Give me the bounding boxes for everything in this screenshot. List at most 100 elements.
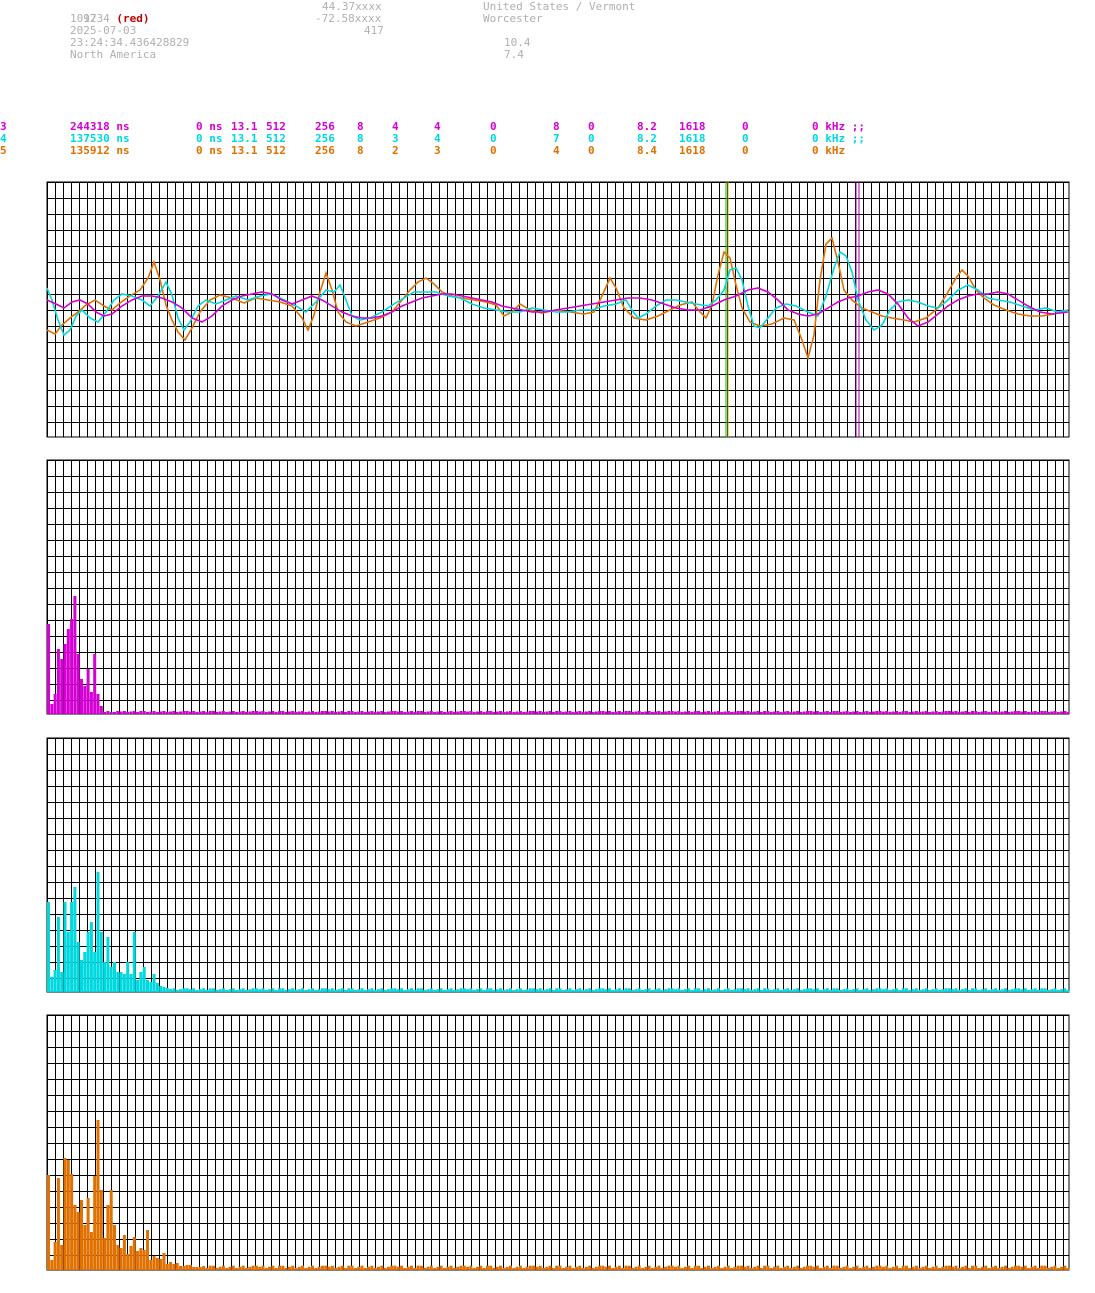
spectrum-bar [746,711,750,714]
spectrum-bar [693,1265,697,1271]
spectrum-bar [984,988,988,992]
spectrum-bar [360,711,364,714]
spectrum-bar [697,1265,701,1271]
spectrum-bar [538,1265,542,1271]
spectrum-bar [835,1265,839,1271]
spectrum-bar [152,1256,156,1270]
spectrum-bar [103,1238,107,1270]
spectrum-bar [660,712,664,714]
spectrum-bar [284,712,288,714]
spectrum-bar [928,712,932,714]
spectrum-bar [680,990,684,992]
spectrum-bar [294,1268,298,1270]
spectrum-bar [542,712,545,714]
spectrum-bar [155,1258,159,1270]
spectrum-bar [654,1266,658,1270]
spectrum-bar [1007,990,1011,992]
spectrum-bar [334,1268,338,1270]
spectrum-bar [1043,988,1047,992]
spectrum-bar [542,1268,545,1270]
spectrum-bar [875,711,879,714]
spectrum-bar [885,988,889,992]
spectrum-bar [479,988,483,992]
spectrum-bar [383,712,387,714]
spectrum-bar [93,952,97,992]
spectrum-bar [862,1266,866,1270]
spectrum-bar [357,711,361,714]
spectrum-bar [911,1266,915,1270]
spectrum-bar [466,989,470,993]
spectrum-bar [792,1266,796,1270]
spectrum-bar [261,711,265,714]
spectrum-bar [1056,1268,1060,1270]
spectrum-bar [614,989,618,993]
spectrum-bars-orange [47,1120,1070,1271]
spectrum-bar [175,990,179,992]
spectrum-bar [647,988,651,992]
spectrum-bar [532,1265,536,1271]
spectrum-bar [1060,1266,1064,1270]
spectrum-bar [664,1266,668,1270]
spectrum-bar [512,712,516,714]
spectrum-bar [782,989,786,993]
spectrum-bar [433,1268,437,1270]
spectrum-bar [1030,989,1034,993]
spectrum-bar [611,990,615,992]
spectrum-bar [268,989,272,993]
spectrum-bar [578,711,582,714]
spectrum-bar [380,711,384,714]
spectrum-bar [759,1268,763,1270]
spectrum-bar [608,1265,611,1271]
spectrum-bar [518,1265,522,1271]
spectrum-bar [136,712,140,714]
spectrum-bar [746,988,750,992]
spectrum-bar [921,989,925,993]
spectrum-bar [565,711,569,714]
spectrum-bar [261,988,265,992]
spectrum-bar [146,1230,149,1270]
spectrum-bar [132,711,136,714]
spectrum-bar [885,1265,889,1271]
spectrum-bar [565,989,569,993]
spectrum-bar [789,712,793,714]
spectrum-bar [304,712,308,714]
spectrum-bar [872,1266,875,1270]
spectrum-bar [667,988,671,992]
spectrum-bar [806,711,809,714]
spectrum-bar [809,711,813,714]
spectrum-bar [726,711,730,714]
spectrum-bar [924,988,928,992]
spectrum-bar [195,1267,199,1270]
spectrum-bar [370,1265,374,1271]
spectrum-bar [677,988,681,992]
spectrum-bar [984,1265,988,1271]
spectrum-bar [901,1265,905,1271]
spectrum-bar [390,988,394,992]
spectrum-bar [977,712,981,714]
spectrum-bar [881,711,885,714]
spectrum-bar [693,988,697,992]
spectrum-bar [278,711,281,714]
spectrum-bar [977,1268,981,1270]
spectrum-bar [297,1266,301,1270]
spectrum-bar [258,1266,262,1270]
spectrum-bar [1017,1265,1021,1271]
spectrum-bar [357,989,361,993]
spectrum-bar [601,988,605,992]
spectrum-bar [188,989,192,993]
spectrum-bar [294,712,298,714]
spectrum-bar [492,712,496,714]
spectrum-bar [720,1268,724,1270]
spectrum-bar [637,711,641,714]
spectrum-bar [634,989,638,993]
spectrum-bar [179,989,182,993]
spectrum-bar [522,990,526,992]
spectrum-bar [647,711,651,714]
spectrum-bar [406,711,410,714]
spectrum-bar [997,1268,1001,1270]
spectrum-bar [1030,711,1034,714]
spectrum-bar [56,917,60,992]
spectrum-bar [703,711,707,714]
spectrum-grid-orange [46,1014,1070,1271]
spectrum-bar [139,711,143,714]
